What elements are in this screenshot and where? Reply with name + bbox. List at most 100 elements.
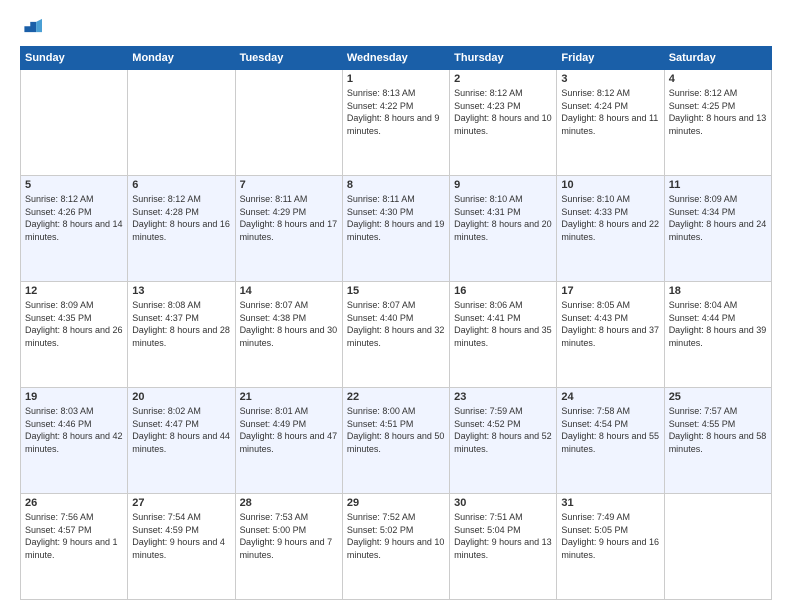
calendar-cell: 19 Sunrise: 8:03 AMSunset: 4:46 PMDayligh…: [21, 388, 128, 494]
calendar-cell: 29 Sunrise: 7:52 AMSunset: 5:02 PMDayligh…: [342, 494, 449, 600]
calendar-cell: 23 Sunrise: 7:59 AMSunset: 4:52 PMDayligh…: [450, 388, 557, 494]
calendar-cell: 15 Sunrise: 8:07 AMSunset: 4:40 PMDayligh…: [342, 282, 449, 388]
cell-details: Sunrise: 8:11 AMSunset: 4:29 PMDaylight:…: [240, 193, 338, 243]
day-number: 4: [669, 73, 767, 85]
cell-details: Sunrise: 8:00 AMSunset: 4:51 PMDaylight:…: [347, 405, 445, 455]
day-number: 17: [561, 285, 659, 297]
day-header: Monday: [128, 47, 235, 70]
day-number: 3: [561, 73, 659, 85]
day-number: 8: [347, 179, 445, 191]
cell-details: Sunrise: 7:51 AMSunset: 5:04 PMDaylight:…: [454, 511, 552, 561]
calendar-cell: 26Sunrise: 7:56 AMSunset: 4:57 PMDayligh…: [21, 494, 128, 600]
cell-details: Sunrise: 8:02 AMSunset: 4:47 PMDaylight:…: [132, 405, 230, 455]
day-header: Wednesday: [342, 47, 449, 70]
cell-details: Sunrise: 8:12 AMSunset: 4:26 PMDaylight:…: [25, 193, 123, 243]
cell-details: Sunrise: 7:58 AMSunset: 4:54 PMDaylight:…: [561, 405, 659, 455]
cell-details: Sunrise: 7:56 AMSunset: 4:57 PMDaylight:…: [25, 511, 123, 561]
calendar-cell: [21, 70, 128, 176]
day-number: 22: [347, 391, 445, 403]
calendar-cell: 28 Sunrise: 7:53 AMSunset: 5:00 PMDayligh…: [235, 494, 342, 600]
day-number: 21: [240, 391, 338, 403]
cell-details: Sunrise: 8:12 AMSunset: 4:25 PMDaylight:…: [669, 87, 767, 137]
cell-details: Sunrise: 8:10 AMSunset: 4:33 PMDaylight:…: [561, 193, 659, 243]
day-number: 24: [561, 391, 659, 403]
calendar-cell: 8 Sunrise: 8:11 AMSunset: 4:30 PMDaylight…: [342, 176, 449, 282]
cell-details: Sunrise: 7:59 AMSunset: 4:52 PMDaylight:…: [454, 405, 552, 455]
day-number: 23: [454, 391, 552, 403]
day-number: 1: [347, 73, 445, 85]
logo: [20, 16, 46, 38]
day-number: 9: [454, 179, 552, 191]
calendar-cell: 22 Sunrise: 8:00 AMSunset: 4:51 PMDayligh…: [342, 388, 449, 494]
calendar-cell: 1Sunrise: 8:13 AMSunset: 4:22 PMDaylight…: [342, 70, 449, 176]
cell-details: Sunrise: 8:10 AMSunset: 4:31 PMDaylight:…: [454, 193, 552, 243]
cell-details: Sunrise: 7:52 AMSunset: 5:02 PMDaylight:…: [347, 511, 445, 561]
day-number: 27: [132, 497, 230, 509]
cell-details: Sunrise: 7:57 AMSunset: 4:55 PMDaylight:…: [669, 405, 767, 455]
cell-details: Sunrise: 8:09 AMSunset: 4:35 PMDaylight:…: [25, 299, 123, 349]
day-number: 15: [347, 285, 445, 297]
cell-details: Sunrise: 8:07 AMSunset: 4:38 PMDaylight:…: [240, 299, 338, 349]
cell-details: Sunrise: 8:06 AMSunset: 4:41 PMDaylight:…: [454, 299, 552, 349]
day-number: 14: [240, 285, 338, 297]
cell-details: Sunrise: 8:07 AMSunset: 4:40 PMDaylight:…: [347, 299, 445, 349]
header: [20, 16, 772, 38]
cell-details: Sunrise: 8:01 AMSunset: 4:49 PMDaylight:…: [240, 405, 338, 455]
day-number: 7: [240, 179, 338, 191]
day-header: Thursday: [450, 47, 557, 70]
calendar-cell: 11 Sunrise: 8:09 AMSunset: 4:34 PMDayligh…: [664, 176, 771, 282]
day-header: Tuesday: [235, 47, 342, 70]
cell-details: Sunrise: 8:03 AMSunset: 4:46 PMDaylight:…: [25, 405, 123, 455]
cell-details: Sunrise: 7:49 AMSunset: 5:05 PMDaylight:…: [561, 511, 659, 561]
calendar-cell: 21 Sunrise: 8:01 AMSunset: 4:49 PMDayligh…: [235, 388, 342, 494]
calendar-cell: 17 Sunrise: 8:05 AMSunset: 4:43 PMDayligh…: [557, 282, 664, 388]
day-header: Sunday: [21, 47, 128, 70]
day-number: 13: [132, 285, 230, 297]
day-number: 11: [669, 179, 767, 191]
calendar-cell: 14 Sunrise: 8:07 AMSunset: 4:38 PMDayligh…: [235, 282, 342, 388]
cell-details: Sunrise: 7:54 AMSunset: 4:59 PMDaylight:…: [132, 511, 230, 561]
calendar-cell: 24 Sunrise: 7:58 AMSunset: 4:54 PMDayligh…: [557, 388, 664, 494]
calendar-cell: 12Sunrise: 8:09 AMSunset: 4:35 PMDayligh…: [21, 282, 128, 388]
calendar-cell: 30 Sunrise: 7:51 AMSunset: 5:04 PMDayligh…: [450, 494, 557, 600]
calendar-cell: 16 Sunrise: 8:06 AMSunset: 4:41 PMDayligh…: [450, 282, 557, 388]
cell-details: Sunrise: 8:04 AMSunset: 4:44 PMDaylight:…: [669, 299, 767, 349]
calendar-table: SundayMondayTuesdayWednesdayThursdayFrid…: [20, 46, 772, 600]
calendar-cell: 4 Sunrise: 8:12 AMSunset: 4:25 PMDaylight…: [664, 70, 771, 176]
day-number: 20: [132, 391, 230, 403]
cell-details: Sunrise: 8:12 AMSunset: 4:28 PMDaylight:…: [132, 193, 230, 243]
calendar-cell: 3 Sunrise: 8:12 AMSunset: 4:24 PMDaylight…: [557, 70, 664, 176]
day-number: 16: [454, 285, 552, 297]
calendar-cell: 25 Sunrise: 7:57 AMSunset: 4:55 PMDayligh…: [664, 388, 771, 494]
calendar-cell: 18Sunrise: 8:04 AMSunset: 4:44 PMDayligh…: [664, 282, 771, 388]
cell-details: Sunrise: 7:53 AMSunset: 5:00 PMDaylight:…: [240, 511, 338, 561]
calendar-cell: 9 Sunrise: 8:10 AMSunset: 4:31 PMDaylight…: [450, 176, 557, 282]
day-number: 10: [561, 179, 659, 191]
day-header: Saturday: [664, 47, 771, 70]
day-number: 5: [25, 179, 123, 191]
calendar-cell: [664, 494, 771, 600]
calendar-cell: 20 Sunrise: 8:02 AMSunset: 4:47 PMDayligh…: [128, 388, 235, 494]
calendar-cell: 7 Sunrise: 8:11 AMSunset: 4:29 PMDaylight…: [235, 176, 342, 282]
cell-details: Sunrise: 8:12 AMSunset: 4:23 PMDaylight:…: [454, 87, 552, 137]
calendar-cell: 5 Sunrise: 8:12 AMSunset: 4:26 PMDaylight…: [21, 176, 128, 282]
cell-details: Sunrise: 8:05 AMSunset: 4:43 PMDaylight:…: [561, 299, 659, 349]
cell-details: Sunrise: 8:11 AMSunset: 4:30 PMDaylight:…: [347, 193, 445, 243]
day-header: Friday: [557, 47, 664, 70]
day-number: 6: [132, 179, 230, 191]
page: SundayMondayTuesdayWednesdayThursdayFrid…: [0, 0, 792, 612]
day-number: 2: [454, 73, 552, 85]
cell-details: Sunrise: 8:08 AMSunset: 4:37 PMDaylight:…: [132, 299, 230, 349]
calendar-cell: 31 Sunrise: 7:49 AMSunset: 5:05 PMDayligh…: [557, 494, 664, 600]
day-number: 19: [25, 391, 123, 403]
day-number: 25: [669, 391, 767, 403]
day-number: 31: [561, 497, 659, 509]
cell-details: Sunrise: 8:12 AMSunset: 4:24 PMDaylight:…: [561, 87, 659, 137]
calendar-cell: [128, 70, 235, 176]
cell-details: Sunrise: 8:09 AMSunset: 4:34 PMDaylight:…: [669, 193, 767, 243]
day-number: 30: [454, 497, 552, 509]
day-number: 29: [347, 497, 445, 509]
day-number: 28: [240, 497, 338, 509]
logo-icon: [20, 16, 42, 38]
calendar-cell: 2 Sunrise: 8:12 AMSunset: 4:23 PMDaylight…: [450, 70, 557, 176]
